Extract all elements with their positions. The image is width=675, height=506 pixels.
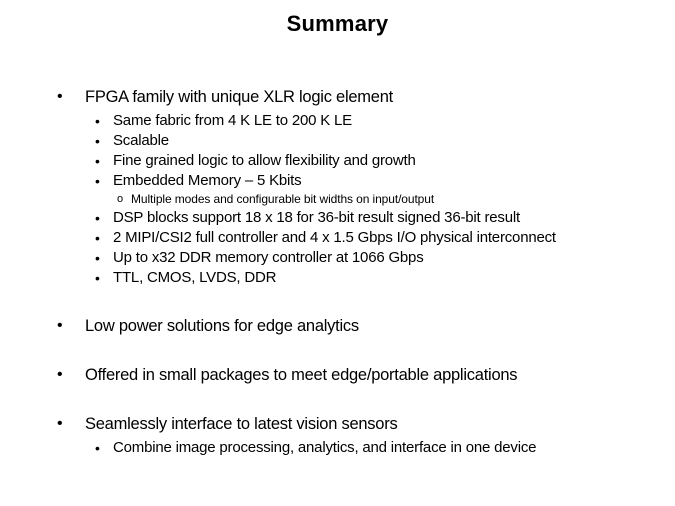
bullet-level1: • Low power solutions for edge analytics <box>0 315 675 337</box>
bullet-level2: • TTL, CMOS, LVDS, DDR <box>0 268 675 288</box>
bullet-level2: • Embedded Memory – 5 Kbits <box>0 171 675 191</box>
bullet-text: Scalable <box>113 132 169 149</box>
page-title: Summary <box>286 11 389 36</box>
bullet-marker-icon: • <box>95 153 100 169</box>
bullet-text: 2 MIPI/CSI2 full controller and 4 x 1.5 … <box>113 229 556 246</box>
bullet-marker-icon: • <box>95 210 100 226</box>
slide-body: • FPGA family with unique XLR logic elem… <box>0 86 675 458</box>
bullet-level2: • Up to x32 DDR memory controller at 106… <box>0 248 675 268</box>
bullet-text: Seamlessly interface to latest vision se… <box>85 415 398 433</box>
bullet-marker-icon: • <box>95 270 100 286</box>
bullet-level2: • DSP blocks support 18 x 18 for 36-bit … <box>0 208 675 228</box>
bullet-marker-icon: • <box>95 440 100 456</box>
bullet-level2: • Same fabric from 4 K LE to 200 K LE <box>0 111 675 131</box>
bullet-marker-icon: • <box>57 88 63 105</box>
bullet-level2: • Combine image processing, analytics, a… <box>0 438 675 458</box>
bullet-marker-icon: • <box>95 113 100 129</box>
bullet-level1: • Offered in small packages to meet edge… <box>0 364 675 386</box>
bullet-text: FPGA family with unique XLR logic elemen… <box>85 88 393 106</box>
bullet-text: Low power solutions for edge analytics <box>85 317 359 335</box>
bullet-text: Same fabric from 4 K LE to 200 K LE <box>113 112 352 129</box>
bullet-text: Up to x32 DDR memory controller at 1066 … <box>113 249 424 266</box>
bullet-marker-hollow-icon: o <box>117 193 124 205</box>
slide-canvas: Summary • FPGA family with unique XLR lo… <box>0 0 675 506</box>
bullet-marker-icon: • <box>95 173 100 189</box>
bullet-marker-icon: • <box>95 133 100 149</box>
bullet-text: Fine grained logic to allow flexibility … <box>113 152 416 169</box>
bullet-level1: • FPGA family with unique XLR logic elem… <box>0 86 675 108</box>
bullet-text: Embedded Memory – 5 Kbits <box>113 172 302 189</box>
bullet-level2: • Fine grained logic to allow flexibilit… <box>0 151 675 171</box>
bullet-text: DSP blocks support 18 x 18 for 36-bit re… <box>113 209 520 226</box>
bullet-text: TTL, CMOS, LVDS, DDR <box>113 269 277 286</box>
bullet-marker-icon: • <box>57 317 63 334</box>
bullet-text: Multiple modes and configurable bit widt… <box>131 192 435 206</box>
bullet-marker-icon: • <box>95 250 100 266</box>
bullet-level2: • Scalable <box>0 131 675 151</box>
bullet-marker-icon: • <box>57 366 63 383</box>
bullet-text: Combine image processing, analytics, and… <box>113 439 537 456</box>
bullet-level2: • 2 MIPI/CSI2 full controller and 4 x 1.… <box>0 228 675 248</box>
bullet-level1: • Seamlessly interface to latest vision … <box>0 413 675 435</box>
bullet-marker-icon: • <box>57 415 63 432</box>
bullet-text: Offered in small packages to meet edge/p… <box>85 366 518 384</box>
bullet-level3: o Multiple modes and configurable bit wi… <box>0 191 675 208</box>
bullet-marker-icon: • <box>95 230 100 246</box>
